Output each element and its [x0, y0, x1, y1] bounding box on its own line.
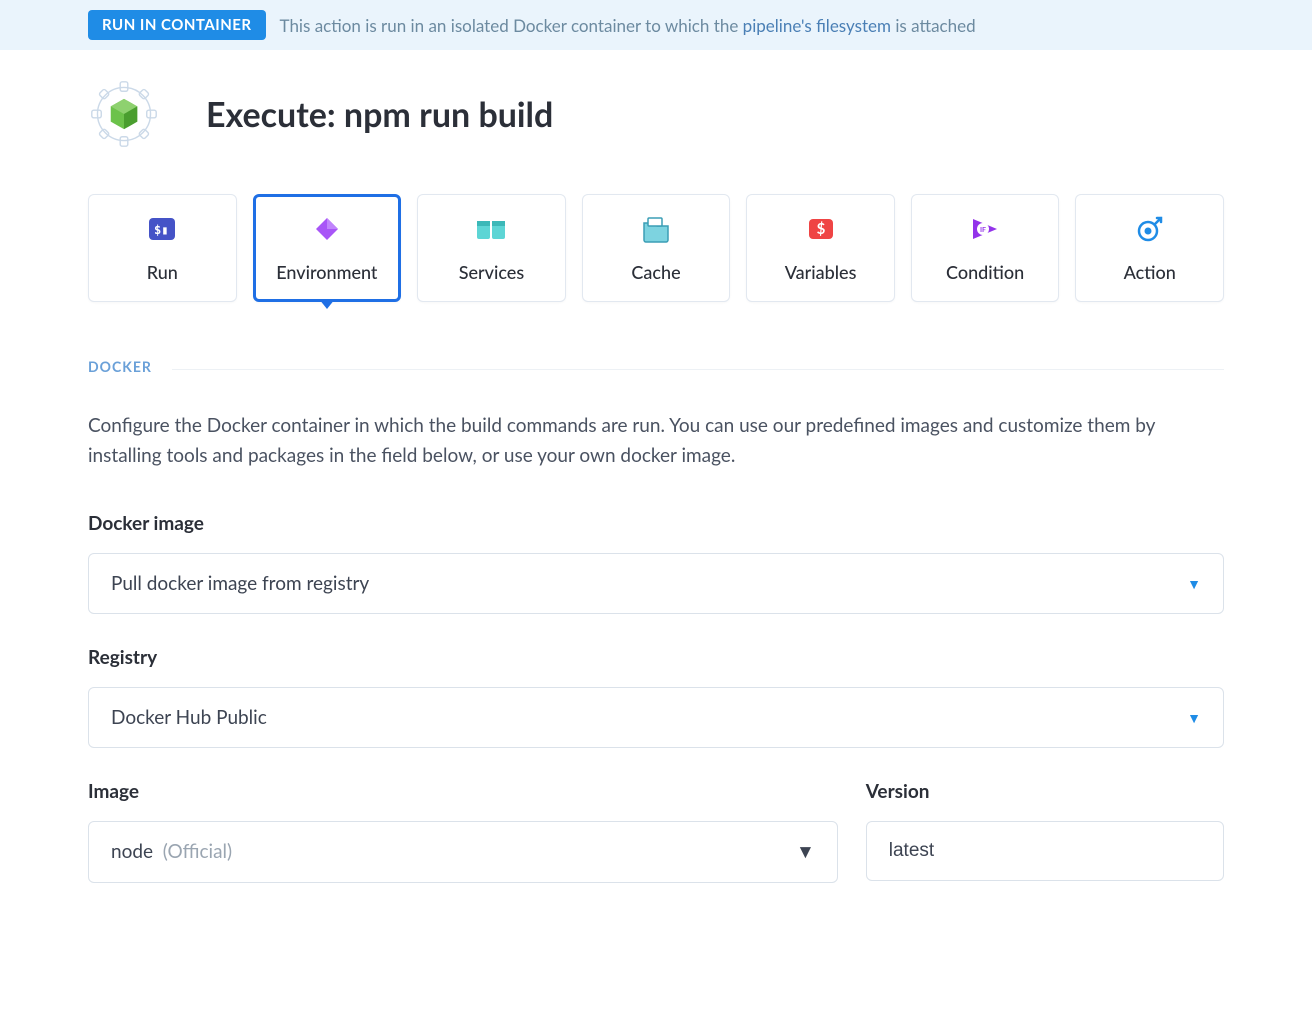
image-select[interactable]: node (Official) ▼ — [88, 821, 838, 883]
diamond-icon — [311, 213, 343, 245]
svg-text:$▮: $▮ — [154, 223, 168, 237]
image-official-tag: (Official) — [163, 840, 232, 863]
tab-services[interactable]: Services — [417, 194, 566, 302]
run-in-container-badge: RUN IN CONTAINER — [88, 10, 266, 40]
docker-image-select[interactable]: Pull docker image from registry ▼ — [88, 553, 1224, 614]
tab-environment[interactable]: Environment — [253, 194, 402, 302]
version-label: Version — [866, 780, 1224, 803]
svg-text:$: $ — [816, 220, 825, 238]
dollar-icon: $ — [805, 213, 837, 245]
registry-label: Registry — [88, 646, 1224, 669]
version-input[interactable] — [866, 821, 1224, 881]
pipeline-filesystem-link[interactable]: pipeline's filesystem — [743, 15, 891, 36]
page-header: Execute: npm run build — [88, 78, 1224, 150]
chevron-down-icon: ▼ — [796, 840, 815, 864]
chevron-down-icon: ▼ — [1187, 575, 1201, 592]
tab-cache[interactable]: Cache — [582, 194, 731, 302]
tab-run[interactable]: $▮ Run — [88, 194, 237, 302]
image-label: Image — [88, 780, 838, 803]
docker-image-label: Docker image — [88, 512, 1224, 535]
svg-text:IF: IF — [980, 226, 986, 234]
tab-bar: $▮ Run Environment Services Cache $ — [88, 194, 1224, 302]
folder-icon — [640, 213, 672, 245]
play-if-icon: IF — [969, 213, 1001, 245]
tab-variables[interactable]: $ Variables — [746, 194, 895, 302]
registry-select[interactable]: Docker Hub Public ▼ — [88, 687, 1224, 748]
docker-section-label: DOCKER — [88, 358, 152, 375]
gear-wrench-icon — [1134, 213, 1166, 245]
node-cube-icon — [111, 99, 138, 129]
info-banner: RUN IN CONTAINER This action is run in a… — [0, 0, 1312, 50]
tab-condition[interactable]: IF Condition — [911, 194, 1060, 302]
banner-text: This action is run in an isolated Docker… — [280, 15, 976, 36]
chevron-down-icon: ▼ — [1187, 709, 1201, 726]
terminal-icon: $▮ — [146, 213, 178, 245]
docker-description: Configure the Docker container in which … — [88, 411, 1224, 472]
action-icon — [88, 78, 160, 150]
containers-icon — [475, 213, 507, 245]
tab-action[interactable]: Action — [1075, 194, 1224, 302]
page-title: Execute: npm run build — [206, 94, 553, 135]
